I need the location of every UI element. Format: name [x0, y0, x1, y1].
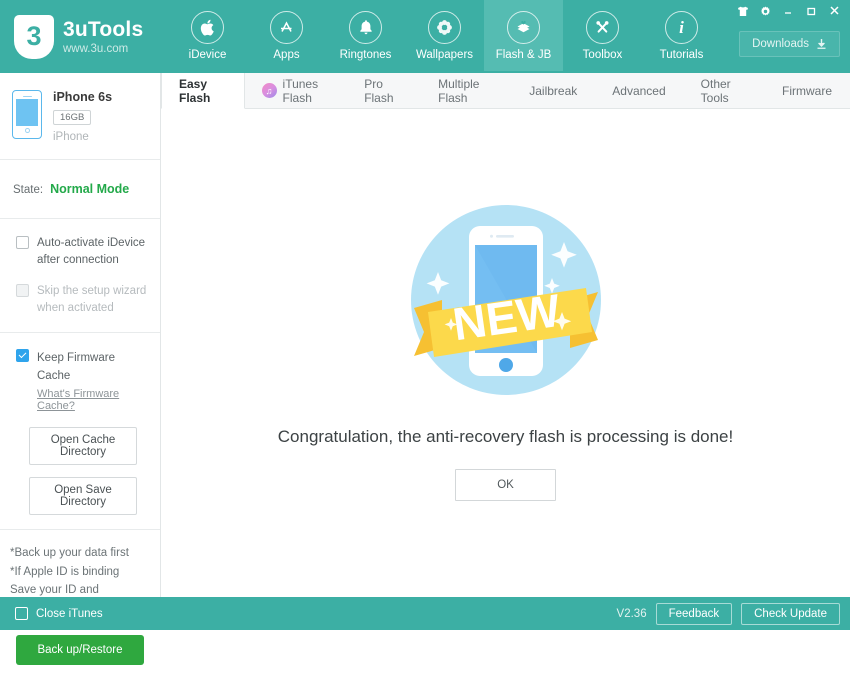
maximize-icon[interactable] — [805, 6, 817, 17]
tab-label: Advanced — [612, 83, 666, 98]
device-summary[interactable]: iPhone 6s 16GB iPhone — [0, 73, 160, 160]
close-icon[interactable] — [828, 5, 841, 17]
open-save-directory-button[interactable]: Open Save Directory — [29, 477, 137, 516]
device-type: iPhone — [53, 131, 89, 143]
bell-icon — [349, 10, 382, 44]
skin-icon[interactable] — [737, 6, 749, 17]
note-line: *Back up your data first — [10, 547, 129, 560]
tab-label: iTunes Flash — [282, 76, 319, 105]
state-label: State: — [13, 184, 44, 196]
backup-restore-button[interactable]: Back up/Restore — [16, 634, 144, 665]
close-itunes-label: Close iTunes — [36, 607, 103, 620]
downloads-label: Downloads — [752, 38, 809, 50]
body-area: iPhone 6s 16GB iPhone State: Normal Mode… — [0, 73, 850, 665]
nav-item-ringtones[interactable]: Ringtones — [326, 0, 405, 71]
flash-box-icon — [507, 10, 540, 44]
tab-label: Firmware — [782, 83, 833, 98]
ok-button[interactable]: OK — [455, 468, 556, 501]
nav-item-apps[interactable]: Apps — [247, 0, 326, 71]
nav-item-toolbox[interactable]: Toolbox — [563, 0, 642, 71]
nav-item-wallpapers[interactable]: Wallpapers — [405, 0, 484, 71]
tab-multiple-flash[interactable]: Multiple Flash — [421, 73, 512, 108]
option-keep-firmware-cache[interactable]: Keep Firmware Cache What's Firmware Cach… — [16, 348, 150, 412]
app-footer: Close iTunes V2.36 Feedback Check Update — [0, 597, 850, 630]
option-auto-activate[interactable]: Auto-activate iDevice after connection — [16, 235, 150, 268]
tab-firmware[interactable]: Firmware — [765, 73, 850, 108]
feedback-button[interactable]: Feedback — [655, 602, 733, 625]
info-icon: i — [665, 10, 698, 44]
flash-result-content: NEW Congratulation, the anti-recovery fl… — [161, 109, 850, 597]
minimize-icon[interactable] — [782, 6, 794, 17]
itunes-icon: ♫ — [261, 83, 277, 98]
nav-item-idevice[interactable]: iDevice — [168, 0, 247, 71]
nav-label: Flash & JB — [495, 48, 552, 61]
logo-mark: 3 — [26, 21, 42, 51]
tab-label: Jailbreak — [529, 83, 578, 98]
apple-icon — [191, 10, 224, 44]
nav-label: iDevice — [188, 48, 227, 61]
logo-shield-icon: 3 — [14, 14, 54, 59]
firmware-cache-section: Keep Firmware Cache What's Firmware Cach… — [0, 333, 160, 531]
device-name: iPhone 6s — [53, 90, 113, 104]
whats-firmware-cache-link[interactable]: What's Firmware Cache? — [37, 388, 150, 412]
tab-label: Pro Flash — [364, 76, 394, 105]
close-itunes-checkbox[interactable] — [15, 607, 28, 620]
version-label: V2.36 — [616, 607, 647, 620]
window-controls — [737, 5, 841, 17]
tab-easy-flash[interactable]: Easy Flash — [161, 73, 245, 109]
open-cache-directory-button[interactable]: Open Cache Directory — [29, 427, 137, 466]
iphone-thumbnail-icon — [12, 90, 42, 139]
device-state: State: Normal Mode — [0, 160, 160, 219]
result-message: Congratulation, the anti-recovery flash … — [277, 426, 734, 446]
tab-pro-flash[interactable]: Pro Flash — [347, 73, 421, 108]
option-label: Keep Firmware Cache — [37, 351, 115, 383]
appstore-icon — [270, 10, 303, 44]
app-window: 3 3uTools www.3u.com iDevice Apps Ringto… — [0, 0, 850, 665]
footer-actions: V2.36 Feedback Check Update — [616, 602, 840, 625]
note-line: *If Apple ID is binding — [10, 565, 120, 578]
logo-title: 3uTools — [63, 18, 144, 42]
device-capacity-badge: 16GB — [53, 110, 92, 125]
option-skip-setup-wizard: Skip the setup wizard when activated — [16, 283, 150, 316]
flash-tabbar: Easy Flash ♫ iTunes Flash Pro Flash Mult… — [161, 73, 850, 109]
tab-label: Multiple Flash — [438, 76, 480, 105]
downloads-button[interactable]: Downloads — [739, 31, 840, 57]
activation-options: Auto-activate iDevice after connection S… — [0, 219, 160, 333]
option-label: Auto-activate iDevice after connection — [37, 237, 146, 266]
nav-item-flash-jb[interactable]: Flash & JB — [484, 0, 563, 71]
tab-other-tools[interactable]: Other Tools — [684, 73, 765, 108]
nav-label: Apps — [273, 48, 300, 61]
nav-label: Toolbox — [582, 48, 623, 61]
sidebar: iPhone 6s 16GB iPhone State: Normal Mode… — [0, 73, 161, 665]
auto-activate-checkbox[interactable] — [16, 236, 29, 249]
logo-subtitle: www.3u.com — [63, 42, 129, 55]
flower-icon — [428, 10, 461, 44]
main-navigation: iDevice Apps Ringtones Wallpapers Flash … — [168, 0, 721, 73]
close-itunes-option[interactable]: Close iTunes — [15, 607, 103, 620]
option-label: Skip the setup wizard when activated — [37, 285, 147, 315]
tab-jailbreak[interactable]: Jailbreak — [512, 73, 595, 108]
tab-itunes-flash[interactable]: ♫ iTunes Flash — [245, 73, 348, 108]
tools-icon — [586, 10, 619, 44]
nav-label: Wallpapers — [415, 48, 474, 61]
app-header: 3 3uTools www.3u.com iDevice Apps Ringto… — [0, 0, 850, 73]
keep-firmware-cache-checkbox[interactable] — [16, 348, 29, 362]
nav-item-tutorials[interactable]: i Tutorials — [642, 0, 721, 71]
skip-setup-wizard-checkbox — [16, 284, 29, 298]
gear-icon[interactable] — [760, 6, 771, 17]
main-panel: Easy Flash ♫ iTunes Flash Pro Flash Mult… — [161, 73, 850, 597]
new-phone-badge-illustration: NEW — [396, 200, 616, 405]
check-update-button[interactable]: Check Update — [741, 602, 840, 625]
app-logo: 3 3uTools www.3u.com — [0, 14, 168, 59]
nav-label: Ringtones — [339, 48, 392, 61]
nav-label: Tutorials — [659, 48, 704, 61]
tab-label: Other Tools — [700, 76, 731, 105]
tab-advanced[interactable]: Advanced — [595, 73, 683, 108]
download-arrow-icon — [817, 39, 826, 49]
state-value: Normal Mode — [50, 182, 130, 196]
tab-label: Easy Flash — [179, 76, 211, 105]
